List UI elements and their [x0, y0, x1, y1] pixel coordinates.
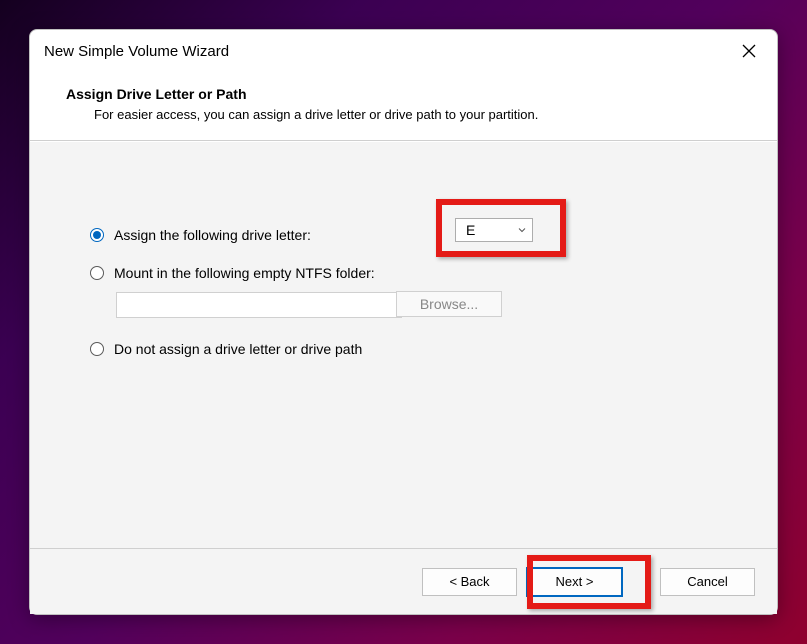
titlebar: New Simple Volume Wizard	[30, 30, 777, 72]
wizard-header: Assign Drive Letter or Path For easier a…	[30, 72, 777, 141]
radio-assign-letter[interactable]	[90, 228, 104, 242]
close-icon	[742, 44, 756, 58]
browse-button: Browse...	[396, 291, 502, 317]
assign-letter-label: Assign the following drive letter:	[114, 227, 311, 243]
chevron-down-icon	[518, 226, 526, 234]
cancel-button[interactable]: Cancel	[660, 568, 755, 596]
folder-path-input	[116, 292, 402, 318]
next-button[interactable]: Next >	[527, 568, 622, 596]
radio-no-assign[interactable]	[90, 342, 104, 356]
page-subtitle: For easier access, you can assign a driv…	[66, 107, 777, 122]
wizard-dialog: New Simple Volume Wizard Assign Drive Le…	[29, 29, 778, 615]
option-no-assign[interactable]: Do not assign a drive letter or drive pa…	[90, 336, 777, 362]
window-title: New Simple Volume Wizard	[44, 43, 729, 60]
page-title: Assign Drive Letter or Path	[66, 86, 777, 102]
option-mount-folder[interactable]: Mount in the following empty NTFS folder…	[90, 260, 777, 286]
content-area: Assign the following drive letter: E Mou…	[30, 141, 777, 548]
back-button[interactable]: < Back	[422, 568, 517, 596]
drive-letter-value: E	[466, 222, 518, 238]
radio-mount-folder[interactable]	[90, 266, 104, 280]
option-assign-letter[interactable]: Assign the following drive letter:	[90, 222, 777, 248]
close-button[interactable]	[729, 36, 769, 66]
footer: < Back Next > Cancel	[30, 548, 777, 614]
no-assign-label: Do not assign a drive letter or drive pa…	[114, 341, 362, 357]
drive-letter-select[interactable]: E	[455, 218, 533, 242]
mount-folder-label: Mount in the following empty NTFS folder…	[114, 265, 375, 281]
